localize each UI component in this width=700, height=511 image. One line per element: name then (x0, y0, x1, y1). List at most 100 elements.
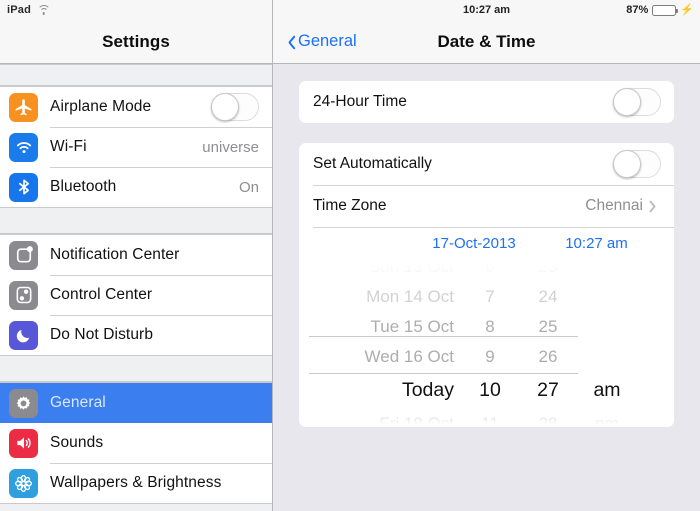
sidebar-group-notifications: Notification Center Control Center Do No… (0, 234, 272, 356)
wifi-network-value: universe (202, 138, 259, 156)
row-24-hour-time[interactable]: 24-Hour Time (299, 81, 674, 123)
bluetooth-state-value: On (238, 178, 259, 196)
back-button-label: General (298, 32, 357, 50)
sidebar-item-label: Sounds (50, 434, 104, 451)
date-time-card: Set Automatically Time Zone Chennai 17-O… (299, 143, 674, 427)
gear-icon (9, 388, 38, 418)
picker-day-cell: Sun 13 Oct (368, 260, 454, 276)
picker-hour-cell: 9 (485, 347, 495, 366)
chevron-right-icon (651, 199, 660, 214)
set-automatically-toggle[interactable] (613, 150, 661, 178)
picker-minute-cell: 27 (537, 379, 559, 401)
selected-time-value[interactable]: 10:27 am (539, 235, 654, 252)
picker-ampm-cell: am (593, 379, 621, 401)
24-hour-time-toggle[interactable] (613, 88, 661, 116)
picker-row[interactable]: Mon 14 Oct 7 24 (299, 282, 674, 312)
sidebar-item-notification-center[interactable]: Notification Center (0, 235, 272, 275)
hour-format-card: 24-Hour Time (299, 81, 674, 123)
picker-minute-cell: 23 (538, 260, 558, 276)
picker-day-cell: Wed 16 Oct (364, 347, 454, 366)
row-set-automatically[interactable]: Set Automatically (299, 143, 674, 185)
battery-icon (652, 4, 679, 16)
picker-day-cell: Mon 14 Oct (366, 287, 454, 306)
picker-row[interactable]: Wed 16 Oct 9 26 (299, 342, 674, 372)
picker-minute-cell: 24 (538, 287, 558, 306)
lightning-bolt-icon: ⚡ (680, 3, 694, 16)
group-spacer (0, 356, 272, 382)
sidebar-item-wallpapers-brightness[interactable]: Wallpapers & Brightness (0, 463, 272, 503)
picker-minute-cell: 28 (538, 414, 558, 427)
status-bar-right: 10:27 am 87% ⚡ (273, 0, 700, 20)
sidebar-group-connectivity: Airplane Mode Wi-Fi universe Bluetooth O… (0, 86, 272, 208)
battery-indicator: 87% ⚡ (626, 0, 694, 20)
control-center-icon (9, 280, 38, 310)
picker-hour-cell: 7 (485, 287, 495, 306)
picker-row[interactable]: Sun 13 Oct 6 23 (299, 260, 674, 282)
sidebar-item-wifi[interactable]: Wi-Fi universe (0, 127, 272, 167)
back-button[interactable]: General (284, 32, 357, 51)
sidebar-item-label: Airplane Mode (50, 98, 152, 115)
flower-icon (9, 468, 38, 498)
sidebar-item-airplane-mode[interactable]: Airplane Mode (0, 87, 272, 127)
wifi-icon (9, 132, 38, 162)
row-time-zone[interactable]: Time Zone Chennai (299, 185, 674, 227)
picker-minute-cell: 25 (538, 317, 558, 336)
date-time-picker[interactable]: Sun 13 Oct 6 23 Mon 14 Oct 7 24 Tue 15 O… (299, 260, 674, 427)
sidebar-item-sounds[interactable]: Sounds (0, 423, 272, 463)
group-spacer (0, 64, 272, 86)
sidebar-item-label: General (50, 394, 106, 411)
row-label: 24-Hour Time (313, 93, 407, 110)
picker-hour-cell: 10 (479, 379, 501, 401)
picker-rows[interactable]: Sun 13 Oct 6 23 Mon 14 Oct 7 24 Tue 15 O… (299, 260, 674, 427)
group-spacer (0, 208, 272, 234)
sidebar-item-label: Notification Center (50, 246, 180, 263)
page-title: Settings (102, 31, 170, 51)
sidebar-item-label: Bluetooth (50, 178, 117, 195)
sidebar-item-control-center[interactable]: Control Center (0, 275, 272, 315)
sidebar-item-bluetooth[interactable]: Bluetooth On (0, 167, 272, 207)
sidebar-item-do-not-disturb[interactable]: Do Not Disturb (0, 315, 272, 355)
speaker-icon (9, 428, 38, 458)
sidebar-item-general[interactable]: General (0, 383, 272, 423)
sidebar-item-label: Wi-Fi (50, 138, 87, 155)
picker-hour-cell: 6 (485, 260, 495, 276)
airplane-mode-toggle[interactable] (211, 93, 259, 121)
picker-row[interactable]: Tue 15 Oct 8 25 (299, 312, 674, 342)
sidebar-header: Settings (0, 20, 272, 64)
chevron-left-icon (284, 34, 294, 50)
status-bar-left: iPad (0, 0, 272, 20)
detail-navbar: General Date & Time (273, 20, 700, 64)
date-time-summary-row[interactable]: 17-Oct-2013 10:27 am (299, 227, 674, 260)
battery-percent-label: 87% (626, 4, 649, 16)
detail-pane: 10:27 am 87% ⚡ General Date & Time 24-Ho… (273, 0, 700, 511)
picker-row-selected[interactable]: Today 10 27 am (299, 372, 674, 409)
picker-selection-line-top (309, 336, 578, 337)
picker-hour-cell: 8 (485, 317, 495, 336)
sidebar-item-label: Wallpapers & Brightness (50, 474, 222, 491)
row-label: Time Zone (313, 197, 387, 214)
row-label: Set Automatically (313, 155, 432, 172)
time-zone-value: Chennai (585, 197, 643, 214)
sidebar-group-system: General Sounds Wallpapers & Brightness (0, 382, 272, 504)
picker-selection-line-bottom (309, 373, 578, 374)
detail-body: 24-Hour Time Set Automatically Time Zone… (273, 64, 700, 427)
sidebar-item-label: Do Not Disturb (50, 326, 154, 343)
picker-ampm-cell: pm (595, 414, 619, 427)
ipad-settings-screen: iPad Settings Airplane Mode Wi-Fi univer… (0, 0, 700, 511)
settings-sidebar: iPad Settings Airplane Mode Wi-Fi univer… (0, 0, 273, 511)
wifi-icon (37, 5, 51, 15)
picker-day-cell: Today (401, 379, 454, 401)
picker-row[interactable]: Fri 18 Oct 11 28 pm (299, 409, 674, 427)
picker-hour-cell: 11 (481, 414, 499, 427)
sidebar-scroll-area[interactable]: Airplane Mode Wi-Fi universe Bluetooth O… (0, 64, 272, 511)
bluetooth-icon (9, 172, 38, 202)
airplane-icon (9, 92, 38, 122)
moon-icon (9, 320, 38, 350)
picker-day-cell: Fri 18 Oct (379, 414, 454, 427)
picker-minute-cell: 26 (538, 347, 558, 366)
notification-center-icon (9, 240, 38, 270)
picker-day-cell: Tue 15 Oct (370, 317, 454, 336)
selected-date-value[interactable]: 17-Oct-2013 (409, 235, 539, 252)
device-label: iPad (7, 4, 32, 16)
sidebar-item-label: Control Center (50, 286, 153, 303)
